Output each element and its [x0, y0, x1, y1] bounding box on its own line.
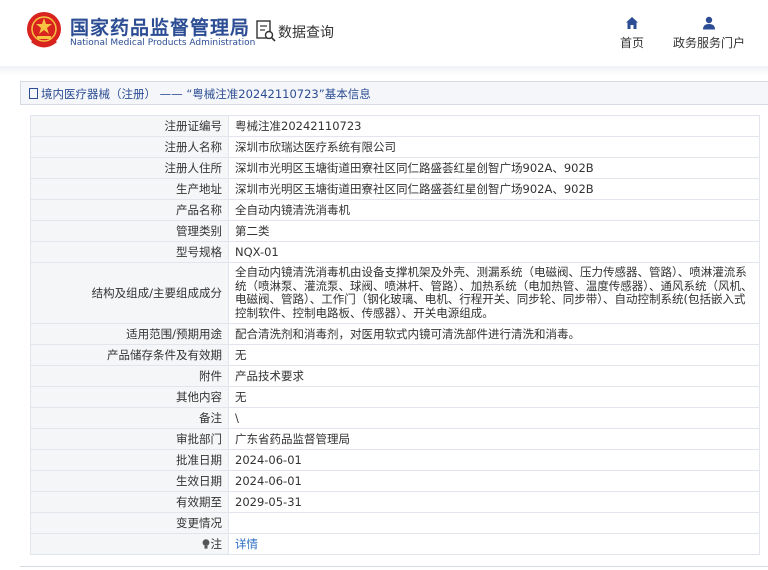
table-row: 注册人名称 深圳市欣瑞达医疗系统有限公司 — [30, 136, 760, 158]
note-label: 注 — [210, 537, 223, 551]
row-value: 详情 — [228, 533, 760, 555]
row-label: 结构及组成/主要组成成分 — [30, 262, 229, 324]
row-value — [228, 512, 760, 534]
header-shadow — [0, 66, 768, 76]
row-value: 深圳市光明区玉塘街道田寮社区同仁路盛荟红星创智广场902A、902B — [228, 157, 760, 179]
row-label: 生效日期 — [30, 470, 229, 492]
row-value: 2024-06-01 — [228, 470, 760, 492]
table-row: 型号规格 NQX-01 — [30, 241, 760, 263]
table-row: 有效期至 2029-05-31 — [30, 491, 760, 513]
row-label: 备注 — [30, 407, 229, 429]
row-value: \ — [228, 407, 760, 429]
row-value: 产品技术要求 — [228, 365, 760, 387]
row-value: 第二类 — [228, 220, 760, 242]
row-value: 2029-05-31 — [228, 491, 760, 513]
nav-service-portal[interactable]: 政务服务门户 — [670, 16, 748, 56]
row-value: 广东省药品监督管理局 — [228, 428, 760, 450]
table-row: 审批部门 广东省药品监督管理局 — [30, 428, 760, 450]
row-value: NQX-01 — [228, 241, 760, 263]
data-query-icon — [256, 20, 276, 42]
row-label: 变更情况 — [30, 512, 229, 534]
table-row: 变更情况 — [30, 512, 760, 534]
row-value: 配合清洗剂和消毒剂，对医用软式内镜可清洗部件进行清洗和消毒。 — [228, 323, 760, 345]
table-row: 产品名称 全自动内镜清洗消毒机 — [30, 199, 760, 221]
table-row: 结构及组成/主要组成成分 全自动内镜清洗消毒机由设备支撑机架及外壳、测漏系统（电磁… — [30, 262, 760, 324]
document-icon — [29, 88, 38, 99]
row-label: 生产地址 — [30, 178, 229, 200]
nav-home[interactable]: 首页 — [612, 16, 652, 56]
row-label: 产品储存条件及有效期 — [30, 344, 229, 366]
table-row: 注 详情 — [30, 533, 760, 555]
row-label: 注 — [30, 533, 229, 555]
content-bottom-border — [20, 566, 768, 567]
table-row: 生产地址 深圳市光明区玉塘街道田寮社区同仁路盛荟红星创智广场902A、902B — [30, 178, 760, 200]
row-label: 其他内容 — [30, 386, 229, 408]
table-row: 备注 \ — [30, 407, 760, 429]
registration-detail-table: 注册证编号 粤械注准20242110723 注册人名称 深圳市欣瑞达医疗系统有限公司注… — [30, 115, 760, 555]
row-label: 管理类别 — [30, 220, 229, 242]
nav-service-label: 政务服务门户 — [672, 36, 745, 50]
row-value: 无 — [228, 344, 760, 366]
data-query-title: 数据查询 — [278, 25, 334, 41]
table-row: 其他内容无 — [30, 386, 760, 408]
table-row: 生效日期 2024-06-01 — [30, 470, 760, 492]
row-value: 全自动内镜清洗消毒机 — [228, 199, 760, 221]
table-row: 批准日期 2024-06-01 — [30, 449, 760, 471]
row-value: 粤械注准20242110723 — [228, 115, 760, 137]
brand-subtitle: National Medical Products Administration — [70, 38, 256, 48]
row-label: 有效期至 — [30, 491, 229, 513]
national-emblem-icon — [27, 12, 61, 48]
table-row: 注册人住所 深圳市光明区玉塘街道田寮社区同仁路盛荟红星创智广场902A、902B — [30, 157, 760, 179]
details-link[interactable]: 详情 — [235, 537, 258, 551]
row-label: 注册人名称 — [30, 136, 229, 158]
lightbulb-icon — [202, 539, 209, 549]
row-label: 审批部门 — [30, 428, 229, 450]
row-label: 型号规格 — [30, 241, 229, 263]
row-value: 2024-06-01 — [228, 449, 760, 471]
row-label: 适用范围/预期用途 — [30, 323, 229, 345]
row-label: 批准日期 — [30, 449, 229, 471]
table-row: 附件 产品技术要求 — [30, 365, 760, 387]
row-label: 产品名称 — [30, 199, 229, 221]
breadcrumb-separator: —— — [159, 87, 183, 101]
row-value: 全自动内镜清洗消毒机由设备支撑机架及外壳、测漏系统（电磁阀、压力传感器、管路）、… — [228, 262, 760, 324]
row-value: 深圳市光明区玉塘街道田寮社区同仁路盛荟红星创智广场902A、902B — [228, 178, 760, 200]
breadcrumb: 境内医疗器械（注册） —— “粤械注准20242110723”基本信息 — [20, 81, 768, 105]
row-label: 注册人住所 — [30, 157, 229, 179]
breadcrumb-title: “粤械注准20242110723”基本信息 — [186, 87, 371, 101]
home-icon — [626, 17, 638, 29]
breadcrumb-category-link[interactable]: 境内医疗器械（注册） — [41, 87, 156, 101]
row-label: 附件 — [30, 365, 229, 387]
nav-home-label: 首页 — [619, 36, 644, 50]
table-row: 适用范围/预期用途 配合清洗剂和消毒剂，对医用软式内镜可清洗部件进行清洗和消毒。 — [30, 323, 760, 345]
row-value: 无 — [228, 386, 760, 408]
table-row: 管理类别 第二类 — [30, 220, 760, 242]
site-header: 国家药品监督管理局 National Medical Products Admi… — [0, 0, 768, 66]
brand-title: 国家药品监督管理局 — [70, 17, 251, 39]
row-value: 深圳市欣瑞达医疗系统有限公司 — [228, 136, 760, 158]
row-label: 注册证编号 — [30, 115, 229, 137]
table-row: 产品储存条件及有效期无 — [30, 344, 760, 366]
table-row: 注册证编号 粤械注准20242110723 — [30, 115, 760, 137]
user-icon — [703, 16, 715, 30]
